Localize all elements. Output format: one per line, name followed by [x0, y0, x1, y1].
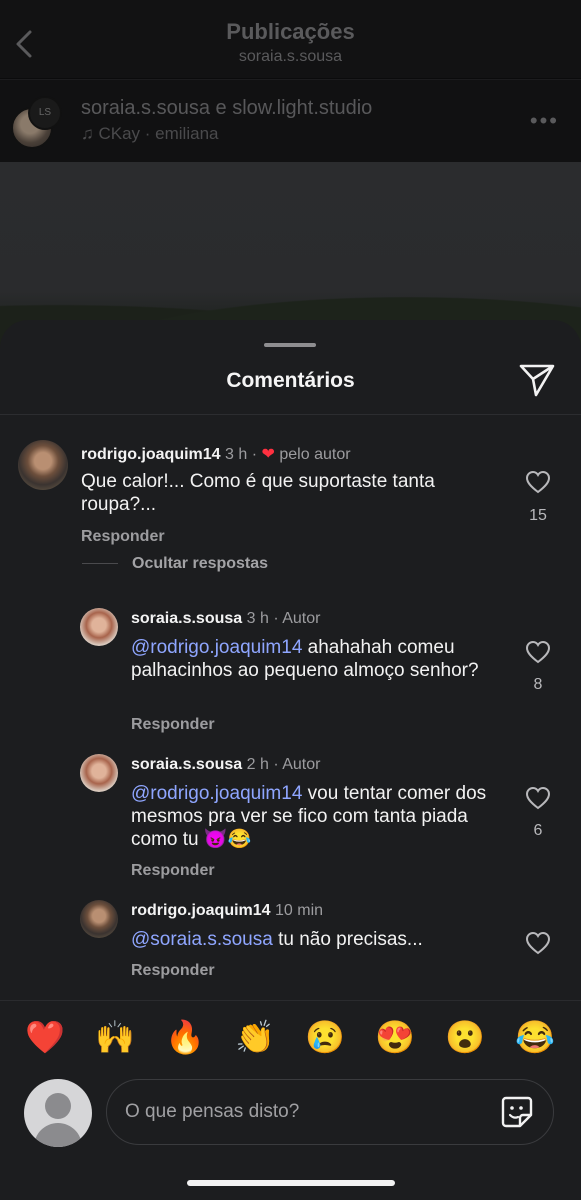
music-label: CKay · emiliana	[98, 124, 219, 143]
comment-text: Que calor!... Como é que suportaste tant…	[81, 471, 435, 515]
comment-time: 3 h · Autor	[246, 610, 321, 627]
comment-text: @rodrigo.joaquim14 ahahahah comeu palhac…	[131, 637, 479, 681]
page-title: Publicações	[226, 19, 355, 44]
reply-button[interactable]: Responder	[81, 528, 165, 546]
comment-username[interactable]: rodrigo.joaquim14	[131, 902, 271, 919]
emoji-raised-hands[interactable]: 🙌	[95, 1017, 135, 1057]
avatar[interactable]	[80, 608, 118, 646]
more-icon[interactable]: •••	[530, 108, 559, 134]
comment-time: 3 h	[225, 446, 248, 463]
comment-meta: rodrigo.joaquim14 10 min	[131, 902, 323, 920]
reply-button[interactable]: Responder	[131, 716, 215, 734]
like-count: 6	[533, 822, 543, 839]
like-count: 15	[529, 507, 547, 524]
emoji-heart-eyes[interactable]: 😍	[375, 1017, 415, 1057]
heart-icon[interactable]	[525, 640, 551, 664]
liked-by-author-badge: pelo autor	[279, 446, 351, 463]
avatar	[24, 1079, 92, 1147]
collaborator-avatar[interactable]: LS	[28, 96, 62, 130]
comment-input-placeholder[interactable]: O que pensas disto?	[125, 1101, 299, 1123]
comment-username[interactable]: rodrigo.joaquim14	[81, 446, 221, 463]
comment-meta: rodrigo.joaquim14 3 h · ❤ pelo autor	[81, 446, 351, 463]
mention-link[interactable]: @rodrigo.joaquim14	[131, 783, 302, 804]
sheet-divider	[0, 414, 581, 415]
comment-time: 2 h · Autor	[246, 756, 321, 773]
comment-time: 10 min	[275, 902, 324, 919]
comment-meta: soraia.s.sousa 3 h · Autor	[131, 610, 320, 628]
music-note-icon: ♫	[81, 124, 94, 143]
divider	[82, 563, 118, 564]
emoji-laughing[interactable]: 😂	[515, 1017, 555, 1057]
comment-text: @rodrigo.joaquim14 vou tentar comer dos …	[131, 783, 487, 850]
comment-username[interactable]: soraia.s.sousa	[131, 756, 242, 773]
avatar[interactable]	[80, 754, 118, 792]
avatar-head	[45, 1093, 71, 1119]
post-header	[0, 79, 581, 162]
post-music[interactable]: ♫ CKay · emiliana	[81, 124, 218, 144]
avatar[interactable]	[18, 440, 68, 490]
heart-icon[interactable]	[525, 931, 551, 955]
mention-link[interactable]: @soraia.s.sousa	[131, 929, 273, 950]
comment-meta: soraia.s.sousa 2 h · Autor	[131, 756, 320, 774]
sheet-title: Comentários	[226, 369, 355, 392]
avatar[interactable]	[80, 900, 118, 938]
emoji-crying[interactable]: 😢	[305, 1017, 345, 1057]
share-icon[interactable]	[518, 362, 556, 398]
comment-username[interactable]: soraia.s.sousa	[131, 610, 242, 627]
emoji-surprised[interactable]: 😮	[445, 1017, 485, 1057]
hide-replies-button[interactable]: Ocultar respostas	[132, 555, 268, 573]
emoji-bar	[0, 1000, 581, 1077]
heart-icon[interactable]	[525, 470, 551, 494]
emoji-heart[interactable]: ❤️	[25, 1017, 65, 1057]
heart-icon: ❤	[261, 446, 275, 463]
sheet-grabber[interactable]	[264, 343, 316, 347]
sticker-icon[interactable]	[500, 1095, 534, 1129]
page-subtitle: soraia.s.sousa	[238, 48, 343, 65]
comment-text: @soraia.s.sousa tu não precisas...	[131, 929, 423, 950]
home-indicator[interactable]	[187, 1180, 395, 1186]
emoji-clap[interactable]: 👏	[235, 1017, 275, 1057]
avatar-body	[34, 1123, 82, 1147]
reply-button[interactable]: Responder	[131, 962, 215, 980]
post-authors[interactable]: soraia.s.sousa e slow.light.studio	[81, 97, 372, 120]
mention-link[interactable]: @rodrigo.joaquim14	[131, 637, 302, 658]
reply-button[interactable]: Responder	[131, 862, 215, 880]
emoji-fire[interactable]: 🔥	[165, 1017, 205, 1057]
like-count: 8	[533, 676, 543, 693]
heart-icon[interactable]	[525, 786, 551, 810]
